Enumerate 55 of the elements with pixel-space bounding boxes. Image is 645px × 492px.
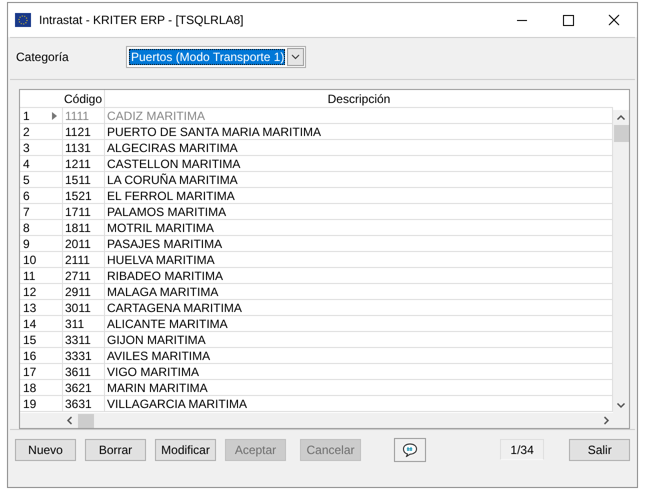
row-number: 2 [22, 124, 31, 140]
comment-button[interactable] [394, 438, 426, 462]
action-button[interactable]: Borrar [85, 438, 146, 460]
table-cell: 1811 [62, 220, 105, 235]
table-cell: 1131 [62, 140, 105, 155]
table-cell: 3621 [62, 380, 105, 395]
record-counter: 1/34 [500, 439, 544, 460]
table-cell: 2011 [62, 236, 105, 251]
scrollbar-thumb[interactable] [614, 125, 628, 142]
row-number: 13 [22, 300, 38, 316]
row-number: 5 [22, 172, 31, 188]
table-cell: 1511 [62, 172, 105, 187]
category-label: Categoría [16, 48, 70, 66]
table-cell: 1211 [62, 156, 105, 171]
table-cell: 311 [62, 316, 105, 331]
table-cell: 2711 [62, 268, 105, 283]
row-number: 15 [22, 332, 38, 348]
exit-button[interactable]: Salir [569, 438, 630, 460]
row-number: 1 [22, 108, 31, 124]
flag-icon [15, 13, 31, 27]
row-number: 9 [22, 236, 31, 252]
table-cell: 2111 [62, 252, 105, 267]
row-number: 7 [22, 204, 31, 220]
row-number: 14 [22, 316, 38, 332]
scrollbar-thumb[interactable] [78, 414, 94, 428]
action-button[interactable]: Modificar [155, 438, 216, 460]
table-cell: 1521 [62, 188, 105, 203]
row-number: 19 [22, 396, 38, 412]
table-cell: 1111 [62, 108, 105, 123]
row-number: 16 [22, 348, 38, 364]
row-number: 11 [22, 268, 36, 284]
row-number: 6 [22, 188, 31, 204]
table-cell: 1121 [62, 124, 105, 139]
window-title: Intrastat - KRITER ERP - [TSQLRLA8] [39, 12, 244, 29]
row-number: 3 [22, 140, 31, 156]
column-header[interactable]: Descripción [105, 90, 613, 107]
caret-icon[interactable] [287, 48, 304, 66]
row-number: 12 [22, 284, 38, 300]
category-dropdown[interactable]: Puertos (Modo Transporte 1) [126, 46, 306, 68]
category-value: Puertos (Modo Transporte 1) [129, 48, 285, 64]
row-number: 17 [22, 364, 38, 380]
speech-bubble-icon [402, 442, 418, 456]
row-number: 18 [22, 380, 38, 396]
action-button[interactable]: Nuevo [15, 438, 76, 460]
table-cell: 3331 [62, 348, 105, 363]
row-number: 10 [22, 252, 38, 268]
row-number: 4 [22, 156, 31, 172]
table-cell: 3311 [62, 332, 105, 347]
table-cell: 3011 [62, 300, 105, 315]
column-header[interactable]: Código [62, 90, 105, 107]
table-cell: 3611 [62, 364, 105, 379]
row-number: 8 [22, 220, 31, 236]
table-cell: 1711 [62, 204, 105, 219]
table-cell: 2911 [62, 284, 105, 299]
table-cell: 3631 [62, 396, 105, 411]
